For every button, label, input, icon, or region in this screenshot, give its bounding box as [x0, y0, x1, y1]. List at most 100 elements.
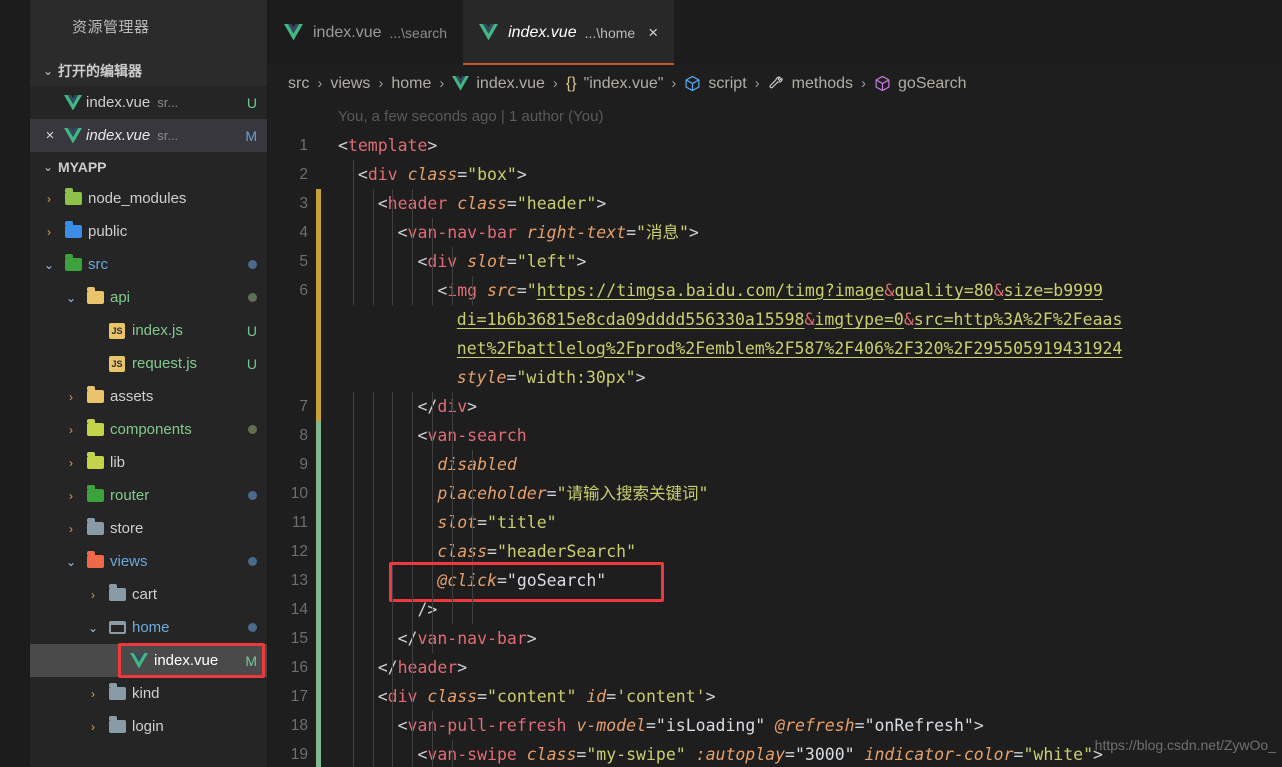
tree-item[interactable]: › node_modules — [30, 182, 267, 215]
section-open-editors[interactable]: ⌄ 打开的编辑器 — [30, 56, 267, 86]
tree-item[interactable]: JS index.js U — [30, 314, 267, 347]
tree-item-selected[interactable]: index.vue M — [30, 644, 267, 677]
tree-item[interactable]: › public — [30, 215, 267, 248]
chevron-down-icon[interactable]: ⌄ — [60, 291, 82, 305]
code-line[interactable]: 19 <van-swipe class="my-swipe" :autoplay… — [268, 740, 1282, 767]
chevron-right-icon[interactable]: › — [82, 720, 104, 734]
code-line[interactable]: 14 /> — [268, 595, 1282, 624]
breadcrumb-item[interactable]: src — [288, 75, 309, 93]
chevron-right-icon[interactable]: › — [38, 192, 60, 206]
code-line[interactable]: 10 placeholder="请输入搜索关键词" — [268, 479, 1282, 508]
code-line[interactable]: 1 <template> — [268, 131, 1282, 160]
code-line[interactable]: 6 <img src="https://timgsa.baidu.com/tim… — [268, 276, 1282, 305]
code-token: https://timgsa.baidu.com/timg?image — [536, 281, 885, 300]
tree-item[interactable]: › login — [30, 710, 267, 743]
tree-item[interactable]: ⌄ views — [30, 545, 267, 578]
tree-item[interactable]: › lib — [30, 446, 267, 479]
code-editor[interactable]: You, a few seconds ago | 1 author (You) … — [268, 102, 1282, 767]
indent-guide — [372, 537, 374, 566]
code-token: @click — [437, 571, 497, 590]
tree-item[interactable]: ⌄ home — [30, 611, 267, 644]
indent-guide — [412, 537, 414, 566]
indent-guide — [432, 276, 434, 305]
explorer-sidebar: 资源管理器 ⌄ 打开的编辑器 index.vue sr... U × index.vu… — [30, 0, 268, 767]
code-token: "box" — [467, 165, 517, 184]
code-line[interactable]: 3 <header class="header"> — [268, 189, 1282, 218]
folder-icon — [104, 716, 130, 733]
code-line[interactable]: 8 <van-search — [268, 421, 1282, 450]
activity-bar[interactable] — [0, 0, 30, 767]
indent-guide — [451, 595, 453, 624]
chevron-down-icon[interactable]: ⌄ — [60, 555, 82, 569]
code-token: = — [854, 716, 865, 735]
chevron-right-icon[interactable]: › — [60, 456, 82, 470]
tree-item[interactable]: › cart — [30, 578, 267, 611]
tree-item[interactable]: › components — [30, 413, 267, 446]
code-line[interactable]: 2 <div class="box"> — [268, 160, 1282, 189]
indent-guide — [471, 595, 473, 624]
tree-item[interactable]: ⌄ src — [30, 248, 267, 281]
code-token: = — [606, 687, 617, 706]
tree-item[interactable]: › assets — [30, 380, 267, 413]
close-icon[interactable]: × — [648, 23, 658, 43]
indent-guide — [432, 595, 434, 624]
code-line[interactable]: 12 class="headerSearch" — [268, 537, 1282, 566]
tree-item-label: lib — [110, 454, 126, 471]
breadcrumb-item[interactable]: index.vue — [452, 75, 545, 93]
chevron-right-icon[interactable]: › — [60, 423, 82, 437]
breadcrumb-item[interactable]: methods — [768, 75, 853, 93]
chevron-down-icon: ⌄ — [42, 160, 54, 174]
folder-icon — [64, 254, 82, 271]
section-myapp[interactable]: ⌄ MYAPP — [30, 152, 267, 182]
code-line[interactable]: 18 <van-pull-refresh v-model="isLoading"… — [268, 711, 1282, 740]
folder-views-icon — [82, 551, 108, 568]
code-line[interactable]: net%2Fbattlelog%2Fprod%2Femblem%2F587%2F… — [268, 334, 1282, 363]
indent-guide — [372, 740, 374, 767]
breadcrumb[interactable]: src › views › home › index.vue › {} "index.vue" ›… — [268, 65, 1282, 102]
code-line[interactable]: 16 </header> — [268, 653, 1282, 682]
editor-tab[interactable]: index.vue ...\home × — [463, 0, 675, 65]
open-editor-item[interactable]: index.vue sr... U — [30, 86, 267, 119]
tree-item[interactable]: › store — [30, 512, 267, 545]
breadcrumb-item[interactable]: views — [330, 75, 370, 93]
breadcrumb-item[interactable]: {} "index.vue" — [566, 75, 664, 93]
chevron-down-icon[interactable]: ⌄ — [82, 621, 104, 635]
code-line[interactable]: 7 </div> — [268, 392, 1282, 421]
breadcrumb-item[interactable]: home — [391, 75, 431, 93]
chevron-right-icon[interactable]: › — [82, 588, 104, 602]
code-line[interactable]: style="width:30px"> — [268, 363, 1282, 392]
code-line[interactable]: 13 @click="goSearch" — [268, 562, 1282, 602]
code-token: > — [516, 165, 527, 184]
tree-item[interactable]: ⌄ api — [30, 281, 267, 314]
chevron-right-icon[interactable]: › — [60, 489, 82, 503]
code-line[interactable]: 17 <div class="content" id='content'> — [268, 682, 1282, 711]
code-line[interactable]: 9 disabled — [268, 450, 1282, 479]
gutter-pad — [321, 160, 338, 189]
code-line[interactable]: 15 </van-nav-bar> — [268, 624, 1282, 653]
tree-item[interactable]: › kind — [30, 677, 267, 710]
code-line-text: placeholder="请输入搜索关键词" — [338, 479, 1282, 508]
folder-icon — [82, 518, 108, 535]
code-token: di=1b6b36815e8cda09dddd556330a15598 — [456, 310, 805, 329]
open-editor-item[interactable]: × index.vue sr... M — [30, 119, 267, 152]
chevron-down-icon[interactable]: ⌄ — [38, 258, 60, 272]
gutter-pad — [321, 189, 338, 218]
breadcrumb-separator: › — [671, 75, 677, 92]
tree-item[interactable]: › router — [30, 479, 267, 512]
breadcrumb-item-label: home — [391, 74, 432, 92]
chevron-right-icon[interactable]: › — [60, 390, 82, 404]
close-icon[interactable]: × — [40, 128, 60, 143]
code-line-text: <header class="header"> — [338, 189, 1282, 218]
chevron-right-icon[interactable]: › — [60, 522, 82, 536]
tree-item[interactable]: JS request.js U — [30, 347, 267, 380]
code-line[interactable]: di=1b6b36815e8cda09dddd556330a15598&imgt… — [268, 305, 1282, 334]
code-line[interactable]: 4 <van-nav-bar right-text="消息"> — [268, 218, 1282, 247]
breadcrumb-item[interactable]: goSearch — [874, 75, 967, 93]
breadcrumb-item[interactable]: script — [684, 75, 747, 93]
code-line[interactable]: 11 slot="title" — [268, 508, 1282, 537]
editor-tab[interactable]: index.vue ...\search — [268, 0, 464, 65]
indent-guide — [352, 218, 354, 247]
chevron-right-icon[interactable]: › — [38, 225, 60, 239]
chevron-right-icon[interactable]: › — [82, 687, 104, 701]
code-line[interactable]: 5 <div slot="left"> — [268, 247, 1282, 276]
